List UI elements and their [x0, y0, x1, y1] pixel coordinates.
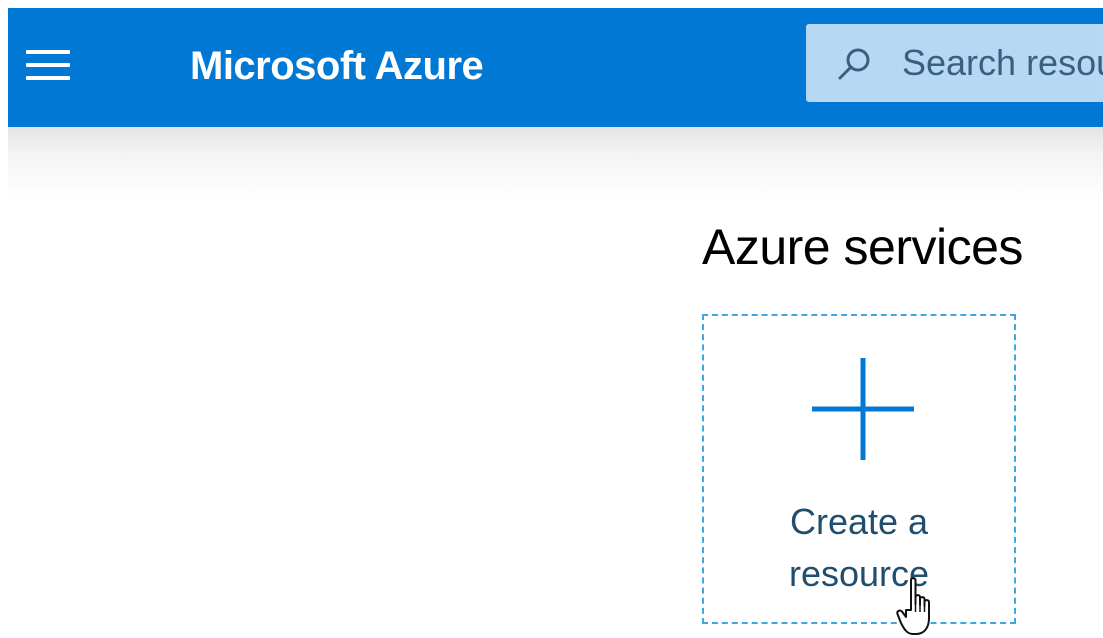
left-gutter — [0, 0, 8, 638]
tile-label-line-2: resource — [788, 553, 930, 594]
search-input[interactable] — [902, 24, 1103, 102]
azure-portal-page: Microsoft Azure Azure services Create a … — [0, 0, 1103, 638]
global-search-box[interactable] — [806, 24, 1103, 102]
hamburger-line — [26, 63, 70, 67]
section-title-azure-services: Azure services — [702, 219, 1023, 275]
top-bar-shadow — [8, 127, 1103, 197]
tile-label-line-1: Create a — [789, 501, 929, 542]
create-resource-label: Create a resource — [704, 496, 1014, 600]
brand-title[interactable]: Microsoft Azure — [190, 38, 484, 94]
plus-icon — [812, 358, 914, 460]
create-resource-tile[interactable]: Create a resource — [702, 314, 1016, 624]
hamburger-line — [26, 76, 70, 80]
hamburger-menu-icon[interactable] — [18, 38, 78, 94]
hamburger-line — [26, 50, 70, 54]
search-icon — [838, 48, 870, 80]
